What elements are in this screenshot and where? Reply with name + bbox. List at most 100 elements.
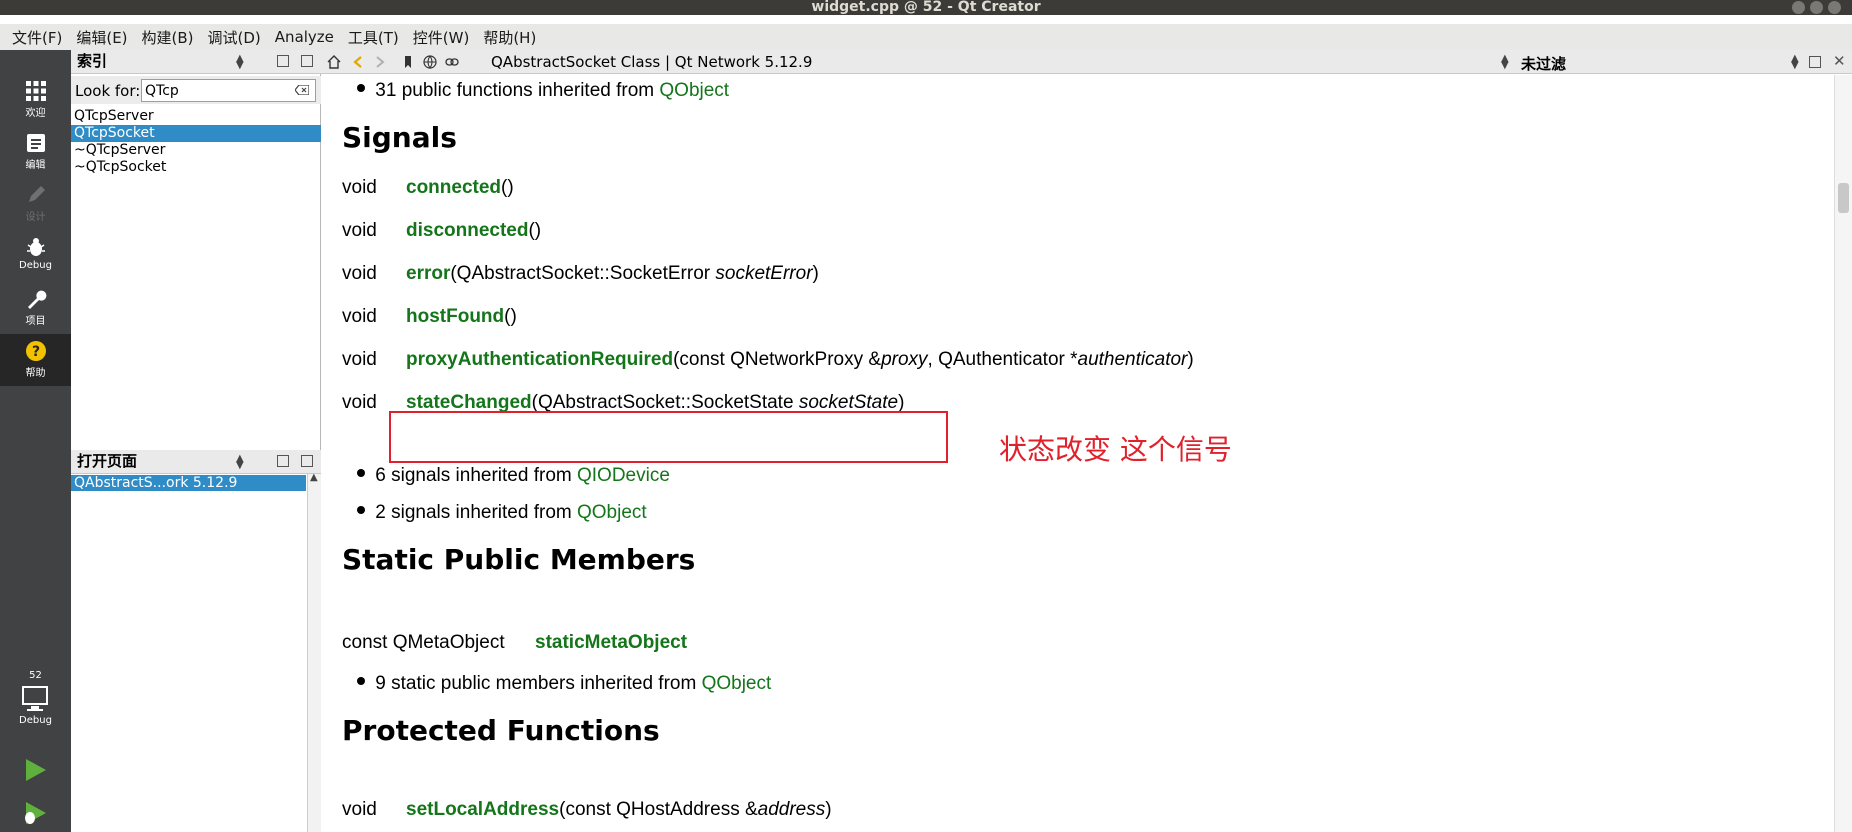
signal-link[interactable]: connected: [406, 177, 501, 198]
mode-edit[interactable]: 编辑: [0, 126, 71, 178]
content-scrollbar[interactable]: [1834, 75, 1852, 832]
signal-link[interactable]: error: [406, 263, 450, 284]
signal-link[interactable]: stateChanged: [406, 392, 532, 413]
scrollbar-thumb[interactable]: [1838, 183, 1849, 213]
index-item-selected[interactable]: QTcpSocket: [71, 125, 321, 142]
annotation-text: 状态改变 这个信号: [999, 433, 1232, 466]
documentation-view: 31 public functions inherited from QObje…: [322, 75, 1834, 832]
index-panel-header[interactable]: 索引 ▲ ▼: [71, 50, 321, 74]
close-button[interactable]: [1828, 1, 1841, 14]
close-panel-icon[interactable]: [301, 55, 313, 67]
qobject-link[interactable]: QObject: [702, 673, 772, 694]
menu-analyze[interactable]: Analyze: [269, 28, 342, 46]
lookfor-row: Look for:: [71, 76, 321, 104]
function-params: (const QHostAddress &: [559, 799, 758, 820]
mode-label: 欢迎: [25, 108, 46, 119]
mode-design[interactable]: 设计: [0, 178, 71, 230]
menu-help[interactable]: 帮助(H): [477, 27, 544, 48]
document-icon: [26, 134, 45, 152]
static-members-heading: Static Public Members: [342, 543, 696, 576]
document-switch-icon[interactable]: ▲ ▼: [1501, 54, 1509, 71]
qobject-link[interactable]: QObject: [577, 502, 647, 523]
panel-switch-icon[interactable]: ▲ ▼: [236, 454, 244, 471]
mode-label: 帮助: [25, 368, 46, 379]
signal-link[interactable]: proxyAuthenticationRequired: [406, 349, 673, 370]
signal-link[interactable]: hostFound: [406, 306, 504, 327]
kit-label: Debug: [19, 715, 52, 726]
protected-functions-heading: Protected Functions: [342, 714, 660, 747]
qobject-link[interactable]: QObject: [659, 80, 729, 101]
kit-selector[interactable]: 52 Debug: [0, 670, 71, 744]
inherited-static-bullet: 9 static public members inherited from Q…: [357, 673, 771, 695]
grid-icon: [25, 81, 46, 101]
signal-link[interactable]: disconnected: [406, 220, 528, 241]
bullet-text: 31 public functions inherited from: [375, 80, 660, 101]
index-item[interactable]: QTcpServer: [71, 108, 321, 125]
param-name: authenticator: [1077, 349, 1188, 370]
run-button[interactable]: [20, 755, 50, 785]
signal-params: (): [528, 220, 542, 241]
open-page-item[interactable]: QAbstractS...ork 5.12.9: [71, 475, 306, 491]
monitor-icon: [21, 686, 48, 711]
menu-build[interactable]: 构建(B): [136, 27, 202, 48]
document-title[interactable]: QAbstractSocket Class | Qt Network 5.12.…: [491, 53, 812, 71]
signal-params: (QAbstractSocket::SocketState: [531, 392, 799, 413]
split-icon[interactable]: [1809, 56, 1821, 68]
qiodevice-link[interactable]: QIODevice: [577, 465, 670, 486]
forward-icon[interactable]: [373, 55, 387, 69]
help-sidebar: 索引 ▲▼ Look for: QTcpServer QTcpSocket ~Q…: [71, 50, 321, 832]
signal-row: void disconnected(): [342, 220, 541, 242]
index-item[interactable]: ~QTcpServer: [71, 142, 321, 159]
open-pages-header[interactable]: 打开页面 ▲ ▼: [71, 450, 321, 474]
close-panel-icon[interactable]: [301, 455, 313, 467]
bullet-text: 9 static public members inherited from: [375, 673, 702, 694]
menu-file[interactable]: 文件(F): [6, 27, 70, 48]
open-pages-scrollbar[interactable]: ▲: [307, 472, 321, 832]
menu-debug[interactable]: 调试(D): [202, 27, 269, 48]
function-link[interactable]: setLocalAddress: [406, 799, 559, 820]
back-icon[interactable]: [351, 55, 365, 69]
menu-edit[interactable]: 编辑(E): [70, 27, 135, 48]
return-type: void: [342, 177, 377, 198]
index-search-input[interactable]: [141, 79, 316, 102]
protected-function-row: void setLocalAddress(const QHostAddress &…: [342, 799, 832, 821]
clear-icon[interactable]: [295, 85, 309, 95]
split-icon[interactable]: [277, 55, 289, 67]
mode-selector: 欢迎 编辑 设计 Debug 项目 ? 帮助 52 Debug: [0, 50, 71, 832]
menubar: 文件(F) 编辑(E) 构建(B) 调试(D) Analyze 工具(T) 控件…: [0, 24, 1852, 50]
bug-icon: [26, 238, 45, 256]
maximize-button[interactable]: [1810, 1, 1823, 14]
function-params-end: ): [825, 799, 832, 820]
debug-run-button[interactable]: [20, 798, 50, 828]
index-item[interactable]: ~QTcpSocket: [71, 159, 321, 176]
scroll-up-icon[interactable]: ▲: [310, 472, 318, 483]
signal-params: (const QNetworkProxy &: [673, 349, 882, 370]
mode-help[interactable]: ? 帮助: [0, 334, 71, 386]
home-icon[interactable]: [327, 55, 341, 69]
mode-welcome[interactable]: 欢迎: [0, 74, 71, 126]
bookmark-icon[interactable]: [401, 55, 415, 69]
inherited-functions-bullet: 31 public functions inherited from QObje…: [357, 80, 729, 102]
menu-tools[interactable]: 工具(T): [342, 27, 407, 48]
panel-switch-icon[interactable]: ▲ ▼: [236, 54, 244, 71]
filter-switch-icon[interactable]: ▲ ▼: [1791, 54, 1799, 71]
signal-params-end: ): [1187, 349, 1194, 370]
minimize-button[interactable]: [1792, 1, 1805, 14]
close-icon[interactable]: ✕: [1833, 52, 1846, 70]
index-panel-title: 索引: [77, 52, 108, 70]
static-member-link[interactable]: staticMetaObject: [535, 632, 687, 653]
mode-debug[interactable]: Debug: [0, 230, 71, 282]
split-icon[interactable]: [277, 455, 289, 467]
bullet-text: 2 signals inherited from: [375, 502, 577, 523]
signal-params-end: ): [812, 263, 819, 284]
link-icon[interactable]: [445, 55, 459, 69]
return-type: void: [342, 349, 377, 370]
static-member-row: const QMetaObject staticMetaObject: [342, 632, 687, 654]
globe-icon[interactable]: [423, 55, 437, 69]
project-number: 52: [29, 670, 42, 681]
mode-projects[interactable]: 项目: [0, 282, 71, 334]
return-type: void: [342, 306, 377, 327]
signal-params: (): [504, 306, 517, 327]
menu-widgets[interactable]: 控件(W): [407, 27, 478, 48]
filter-select[interactable]: 未过滤: [1521, 53, 1566, 74]
